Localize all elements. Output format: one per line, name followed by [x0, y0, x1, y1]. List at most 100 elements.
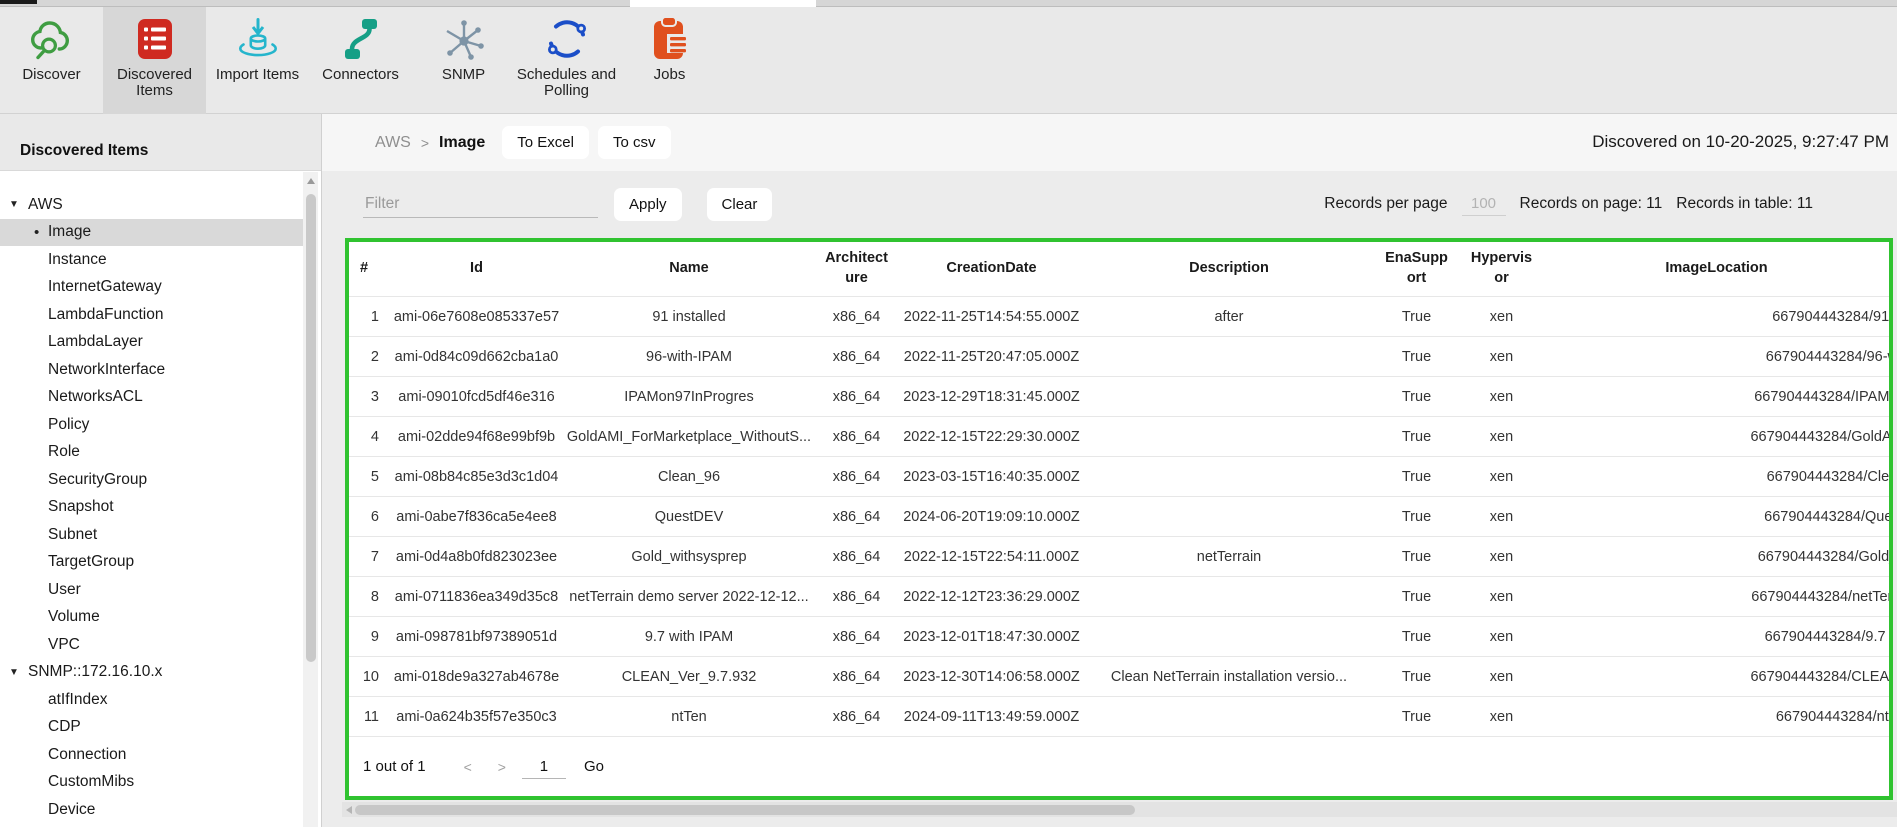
- go-button[interactable]: Go: [584, 758, 604, 775]
- sidebar-item-custommibs[interactable]: ▼ • CustomMibs: [0, 769, 303, 797]
- breadcrumb-current: Image: [439, 134, 485, 152]
- sidebar-item-cdp[interactable]: ▼ • CDP: [0, 714, 303, 742]
- sidebar-item-atifindex[interactable]: ▼ • atIfIndex: [0, 686, 303, 714]
- tree-item-label: SNMP::172.16.10.x: [28, 663, 162, 681]
- sidebar-item-instance[interactable]: ▼ • Instance: [0, 246, 303, 274]
- to-excel-button[interactable]: To Excel: [502, 126, 589, 159]
- table-row[interactable]: 1 ami-06e7608e085337e57 91 installed x86…: [349, 296, 1889, 336]
- filter-input[interactable]: [363, 191, 598, 218]
- column-header[interactable]: #: [349, 259, 389, 279]
- table-row[interactable]: 2 ami-0d84c09d662cba1a0 96-with-IPAM x86…: [349, 336, 1889, 376]
- table-row[interactable]: 9 ami-098781bf97389051d 9.7 with IPAM x8…: [349, 616, 1889, 656]
- sidebar-item-connection[interactable]: ▼ • Connection: [0, 741, 303, 769]
- sidebar-item-securitygroup[interactable]: ▼ • SecurityGroup: [0, 466, 303, 494]
- cell-architecture: x86_64: [814, 389, 899, 405]
- toolbar-item-discover-cloud-search[interactable]: Discover: [0, 7, 103, 114]
- sidebar-item-networksacl[interactable]: ▼ • NetworksACL: [0, 384, 303, 412]
- cell-architecture: x86_64: [814, 589, 899, 605]
- table-row[interactable]: 8 ami-0711836ea349d35c8 netTerrain demo …: [349, 576, 1889, 616]
- sidebar-scrollbar[interactable]: [303, 172, 318, 827]
- cell-architecture: x86_64: [814, 509, 899, 525]
- cell-architecture: x86_64: [814, 549, 899, 565]
- clear-button[interactable]: Clear: [707, 188, 773, 221]
- table-row[interactable]: 7 ami-0d4a8b0fd823023ee Gold_withsysprep…: [349, 536, 1889, 576]
- sidebar-item-image[interactable]: ▼ • Image: [0, 219, 303, 247]
- table-row[interactable]: 11 ami-0a624b35f57e350c3 ntTen x86_64 20…: [349, 696, 1889, 736]
- cell-imagelocation: 667904443284/96-with-I: [1544, 349, 1889, 365]
- apply-button[interactable]: Apply: [614, 188, 682, 221]
- sidebar-item-internetgateway[interactable]: ▼ • InternetGateway: [0, 274, 303, 302]
- page-number-input[interactable]: [522, 755, 566, 779]
- horizontal-scrollbar-thumb[interactable]: [355, 805, 1135, 815]
- horizontal-scrollbar[interactable]: [342, 802, 1897, 817]
- table-row[interactable]: 6 ami-0abe7f836ca5e4ee8 QuestDEV x86_64 …: [349, 496, 1889, 536]
- tree-item-label: LambdaLayer: [48, 333, 143, 351]
- sidebar-item-device[interactable]: ▼ • Device: [0, 796, 303, 824]
- table-row[interactable]: 3 ami-09010fcd5df46e316 IPAMon97InProgre…: [349, 376, 1889, 416]
- cell-hypervisor: xen: [1459, 509, 1544, 525]
- next-page-button[interactable]: >: [498, 759, 506, 775]
- records-in-table: Records in table: 11: [1676, 195, 1813, 213]
- records-per-page-input[interactable]: [1462, 192, 1506, 216]
- toolbar-item-connectors-cable[interactable]: Connectors: [309, 7, 412, 114]
- sidebar-item-subnet[interactable]: ▼ • Subnet: [0, 521, 303, 549]
- column-header[interactable]: ImageLocation: [1544, 259, 1889, 279]
- tree-item-label: AWS: [28, 196, 63, 214]
- toolbar-item-snmp-hub[interactable]: SNMP: [412, 7, 515, 114]
- cell-id: ami-0abe7f836ca5e4ee8: [389, 509, 564, 525]
- column-header[interactable]: Architecture: [814, 249, 899, 288]
- sidebar-item-snapshot[interactable]: ▼ • Snapshot: [0, 494, 303, 522]
- previous-page-button[interactable]: <: [464, 759, 472, 775]
- cell-id: ami-0711836ea349d35c8: [389, 589, 564, 605]
- sidebar-item-vpc[interactable]: ▼ • VPC: [0, 631, 303, 659]
- cell-enasupport: True: [1374, 429, 1459, 445]
- sidebar-item-volume[interactable]: ▼ • Volume: [0, 604, 303, 632]
- cell-enasupport: True: [1374, 389, 1459, 405]
- breadcrumb-parent[interactable]: AWS: [375, 134, 411, 152]
- column-header[interactable]: Hypervisor: [1459, 249, 1544, 288]
- sidebar-scrollbar-thumb[interactable]: [306, 194, 316, 662]
- column-header[interactable]: Name: [564, 259, 814, 279]
- results-table-highlight-box: # Id Name Architecture CreationDate Desc…: [345, 238, 1893, 800]
- sidebar-item-snmp-172-16-10-x[interactable]: ▼ • SNMP::172.16.10.x: [0, 659, 303, 687]
- cell-creationdate: 2022-12-15T22:54:11.000Z: [899, 549, 1084, 565]
- toolbar-item-import-items[interactable]: Import Items: [206, 7, 309, 114]
- sidebar-item-aws[interactable]: ▼ • AWS: [0, 191, 303, 219]
- cell-index: 7: [349, 549, 389, 565]
- tree-item-label: Role: [48, 443, 80, 461]
- cell-imagelocation: 667904443284/Clean_9: [1544, 469, 1889, 485]
- sidebar-item-user[interactable]: ▼ • User: [0, 576, 303, 604]
- column-header[interactable]: Description: [1084, 259, 1374, 279]
- sidebar-item-lambdafunction[interactable]: ▼ • LambdaFunction: [0, 301, 303, 329]
- sidebar-item-lambdalayer[interactable]: ▼ • LambdaLayer: [0, 329, 303, 357]
- cell-enasupport: True: [1374, 549, 1459, 565]
- cell-index: 8: [349, 589, 389, 605]
- to-csv-button[interactable]: To csv: [598, 126, 671, 159]
- scroll-left-arrow-icon[interactable]: [346, 806, 352, 814]
- sidebar-item-policy[interactable]: ▼ • Policy: [0, 411, 303, 439]
- tree-item-label: CustomMibs: [48, 773, 134, 791]
- cell-index: 9: [349, 629, 389, 645]
- table-row[interactable]: 5 ami-08b84c85e3d3c1d04 Clean_96 x86_64 …: [349, 456, 1889, 496]
- cell-index: 6: [349, 509, 389, 525]
- chevron-expanded-icon[interactable]: ▼: [9, 199, 28, 210]
- chevron-expanded-icon[interactable]: ▼: [9, 667, 28, 678]
- tree-item-label: SecurityGroup: [48, 471, 147, 489]
- column-header[interactable]: Id: [389, 259, 564, 279]
- table-row[interactable]: 4 ami-02dde94f68e99bf9b GoldAMI_ForMarke…: [349, 416, 1889, 456]
- toolbar-item-discovered-items-list[interactable]: Discovered Items: [103, 7, 206, 114]
- toolbar-item-jobs-clipboard[interactable]: Jobs: [618, 7, 721, 114]
- table-row[interactable]: 10 ami-018de9a327ab4678e CLEAN_Ver_9.7.9…: [349, 656, 1889, 696]
- cell-architecture: x86_64: [814, 349, 899, 365]
- scroll-up-arrow-icon[interactable]: [307, 178, 315, 184]
- column-header[interactable]: EnaSupport: [1374, 249, 1459, 288]
- cell-index: 1: [349, 309, 389, 325]
- toolbar-item-label: Jobs: [654, 67, 686, 83]
- sidebar-item-targetgroup[interactable]: ▼ • TargetGroup: [0, 549, 303, 577]
- snmp-hub-icon: [440, 15, 488, 63]
- toolbar-item-schedules-sync[interactable]: Schedules and Polling: [515, 7, 618, 114]
- cell-imagelocation: 667904443284/ntTen: [1544, 709, 1889, 725]
- column-header[interactable]: CreationDate: [899, 259, 1084, 279]
- sidebar-item-networkinterface[interactable]: ▼ • NetworkInterface: [0, 356, 303, 384]
- sidebar-item-role[interactable]: ▼ • Role: [0, 439, 303, 467]
